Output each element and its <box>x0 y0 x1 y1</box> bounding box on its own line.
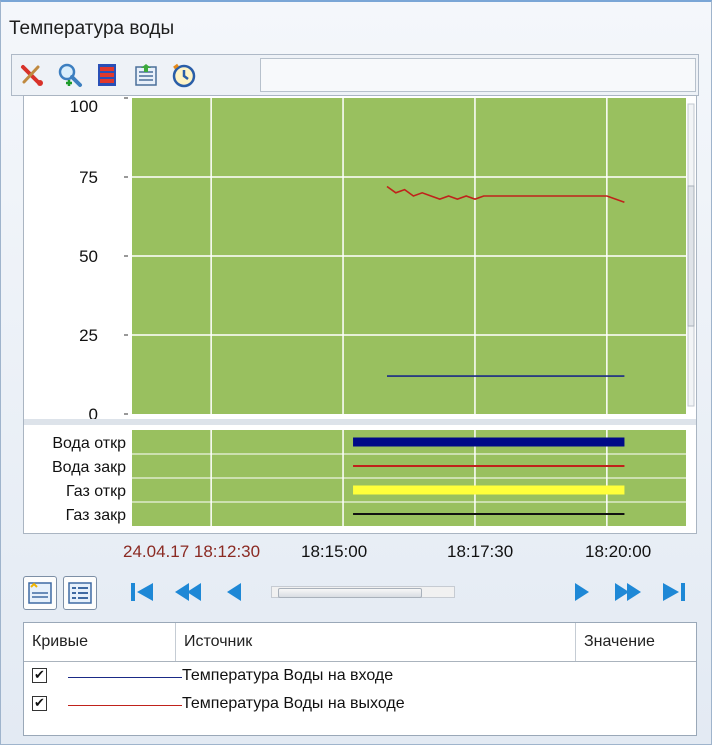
discrete-state-bar <box>353 437 625 447</box>
trend-window: Температура воды 100 75 50 25 0 Вода отк… <box>0 0 712 745</box>
curve-label: Температура Воды на входе <box>182 667 394 684</box>
y-tick-label: 75 <box>79 168 98 187</box>
curve-label: Температура Воды на выходе <box>182 695 405 712</box>
step-back-icon[interactable] <box>219 578 249 606</box>
curve-color-sample <box>68 705 182 706</box>
column-header-curves[interactable]: Кривые <box>24 623 176 661</box>
window-title: Температура воды <box>9 18 175 39</box>
export-icon[interactable] <box>132 61 160 89</box>
curve-checkbox[interactable]: ✔ <box>32 668 47 683</box>
time-scrollbar[interactable] <box>271 586 455 598</box>
discrete-row-label: Вода закр <box>52 459 126 476</box>
navigation-bar <box>23 570 697 620</box>
discrete-state-bar <box>353 513 625 515</box>
curves-table: Кривые Источник Значение ✔ Температура В… <box>23 622 697 736</box>
discrete-row-label: Вода откр <box>52 435 126 452</box>
y-tick-label: 25 <box>79 326 98 345</box>
discrete-state-bar <box>353 465 625 467</box>
trend-chart[interactable]: 1007550250Вода открВода закрГаз открГаз … <box>24 96 696 533</box>
x-tick-label: 18:15:00 <box>301 542 368 561</box>
x-tick-label: 18:17:30 <box>447 542 514 561</box>
discrete-row-label: Газ закр <box>66 507 127 524</box>
discrete-state-bar <box>353 485 625 495</box>
column-header-value[interactable]: Значение <box>576 623 698 661</box>
y-tick-label: 50 <box>79 247 98 266</box>
x-tick-label: 24.04.17 18:12:30 <box>123 542 261 561</box>
fast-back-icon[interactable] <box>171 578 205 606</box>
toolbar-empty-area <box>260 58 696 92</box>
chart-frame: 100 75 50 25 0 Вода откр Вода закр Газ откр Газ … <box>23 95 697 534</box>
go-to-start-icon[interactable] <box>127 578 157 606</box>
go-to-end-icon[interactable] <box>659 578 689 606</box>
x-tick-label: 18:20:00 <box>585 542 652 561</box>
table-row[interactable]: ✔ Температура Воды на выходе <box>24 693 696 717</box>
clock-icon[interactable] <box>170 61 198 89</box>
column-header-source[interactable]: Источник <box>176 623 576 661</box>
time-scrollbar-thumb[interactable] <box>278 588 422 598</box>
table-header: Кривые Источник Значение <box>24 623 696 662</box>
discrete-row-label: Газ откр <box>66 483 126 500</box>
toolbar <box>11 54 699 96</box>
view-table-button[interactable] <box>63 576 97 610</box>
step-forward-icon[interactable] <box>567 578 597 606</box>
chart-settings-icon[interactable] <box>94 61 122 89</box>
chart-vertical-scrollbar-thumb <box>687 185 695 327</box>
y-tick-label: 100 <box>70 97 98 116</box>
view-chart-button[interactable] <box>23 576 57 610</box>
curve-checkbox[interactable]: ✔ <box>32 696 47 711</box>
table-row[interactable]: ✔ Температура Воды на входе <box>24 665 696 689</box>
zoom-icon[interactable] <box>56 61 84 89</box>
scissors-icon[interactable] <box>18 61 46 89</box>
fast-forward-icon[interactable] <box>611 578 645 606</box>
curve-color-sample <box>68 677 182 678</box>
